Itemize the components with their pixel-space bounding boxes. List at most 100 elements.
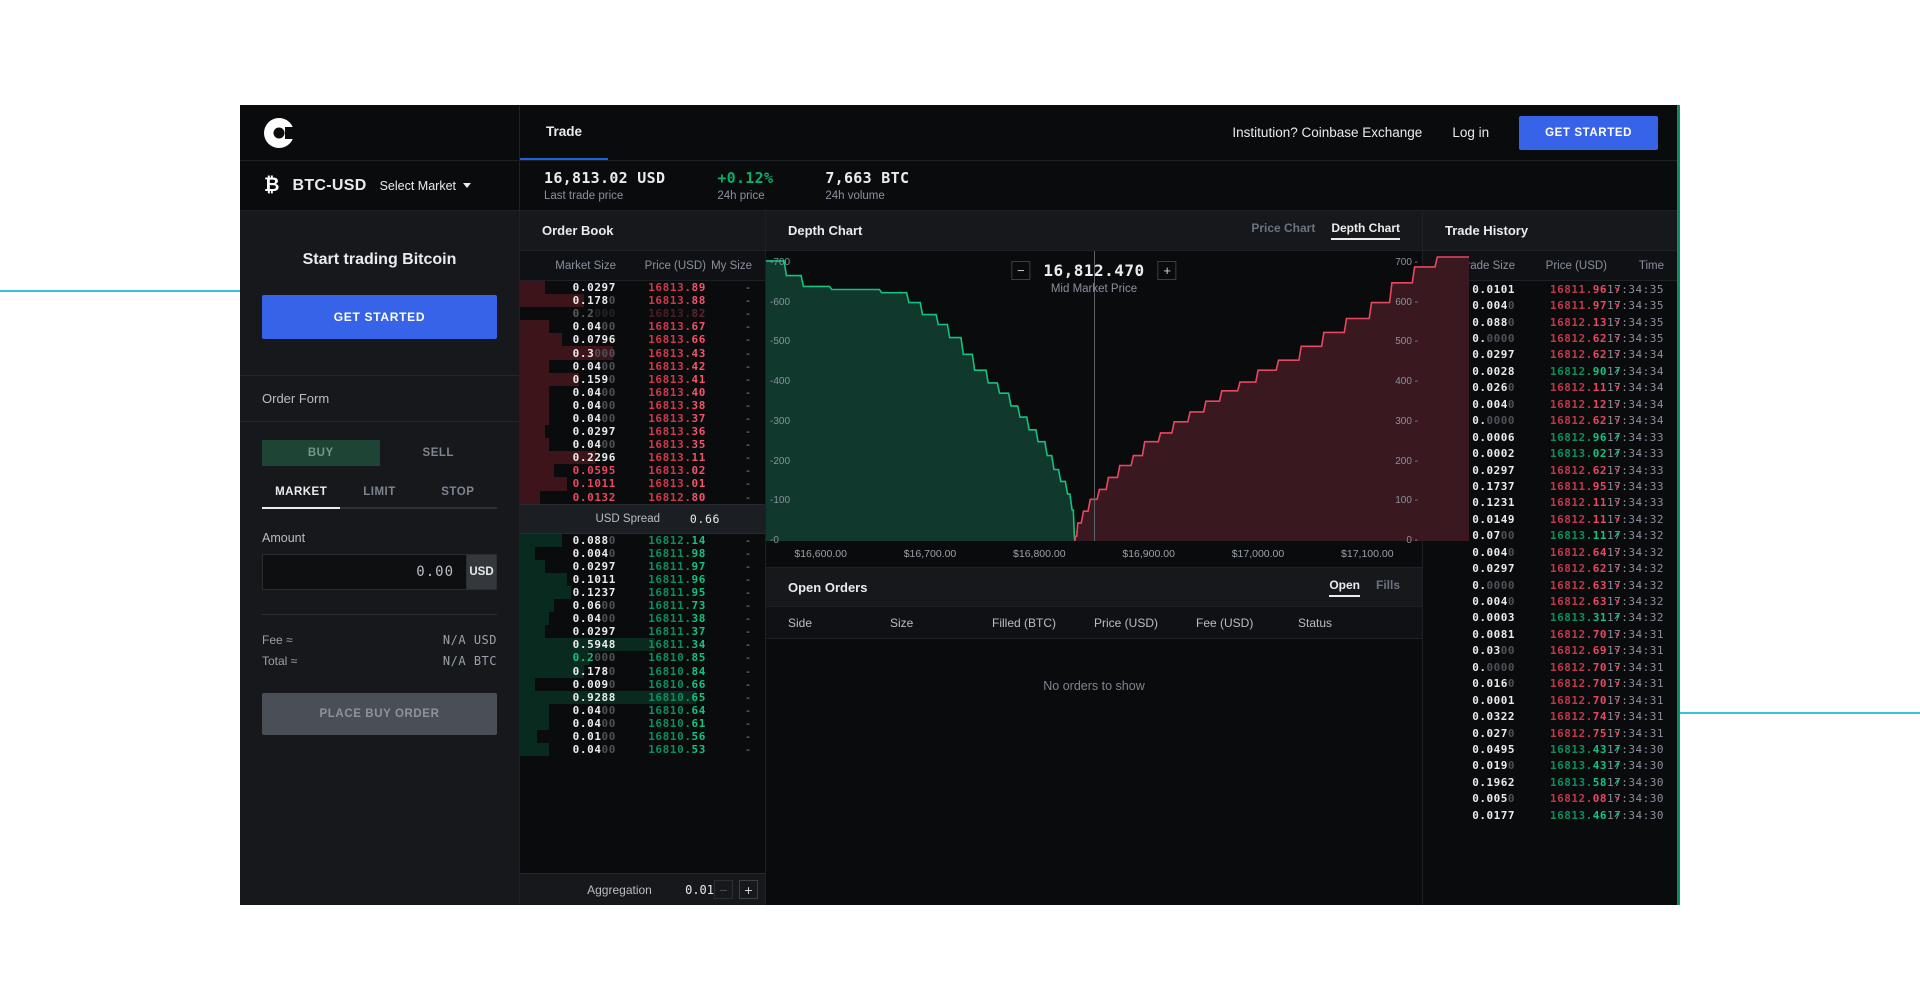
tab-price-chart[interactable]: Price Chart xyxy=(1251,221,1315,240)
trade-history-row[interactable]: 0.0003 16813.31 ↗ 17:34:32 xyxy=(1423,610,1680,626)
order-book-row[interactable]: 0.0600 16811.73 - xyxy=(520,599,765,613)
institution-link[interactable]: Institution? Coinbase Exchange xyxy=(1232,125,1422,140)
amount-input[interactable] xyxy=(262,554,466,590)
amount-unit-selector[interactable]: USD xyxy=(466,554,497,590)
order-type-stop[interactable]: STOP xyxy=(419,486,497,507)
get-started-sidebar-button[interactable]: GET STARTED xyxy=(262,295,497,339)
order-book-row[interactable]: 0.1780 16810.84 - xyxy=(520,664,765,678)
trade-history-row[interactable]: 0.0177 16813.46 ↗ 17:34:30 xyxy=(1423,807,1680,823)
order-type-limit[interactable]: LIMIT xyxy=(340,486,418,507)
place-buy-order-button[interactable]: PLACE BUY ORDER xyxy=(262,693,497,735)
order-book-row[interactable]: 0.1011 16811.96 - xyxy=(520,572,765,586)
get-started-header-button[interactable]: GET STARTED xyxy=(1519,115,1658,150)
order-book-row[interactable]: 0.0090 16810.66 - xyxy=(520,677,765,691)
order-book-row[interactable]: 0.9288 16810.65 - xyxy=(520,690,765,704)
trade-history-row[interactable]: 0.0300 16812.69 ↘ 17:34:31 xyxy=(1423,643,1680,659)
order-book-row[interactable]: 0.0400 16811.38 - xyxy=(520,612,765,626)
order-book-row[interactable]: 0.0400 16813.67 - xyxy=(520,320,765,334)
order-book-row[interactable]: 0.0400 16810.64 - xyxy=(520,703,765,717)
trade-history-row[interactable]: 0.0149 16812.11 ↘ 17:34:32 xyxy=(1423,511,1680,527)
trade-history-row[interactable]: 0.1962 16813.58 ↗ 17:34:30 xyxy=(1423,774,1680,790)
trade-history-row[interactable]: 0.0040 16812.12 ↘ 17:34:34 xyxy=(1423,396,1680,412)
sell-tab[interactable]: SELL xyxy=(380,440,498,466)
trade-history-row[interactable]: 0.0028 16812.90 ↗ 17:34:34 xyxy=(1423,363,1680,379)
trade-history-row[interactable]: 0.1231 16812.11 ↘ 17:34:33 xyxy=(1423,495,1680,511)
order-book-row[interactable]: 0.3000 16813.43 - xyxy=(520,346,765,360)
trade-history-row[interactable]: 0.0101 16811.96 ↘ 17:34:35 xyxy=(1423,281,1680,297)
trade-history-row[interactable]: 0.0700 16813.11 ↗ 17:34:32 xyxy=(1423,528,1680,544)
order-book-row[interactable]: 0.0297 16811.97 - xyxy=(520,559,765,573)
buy-tab[interactable]: BUY xyxy=(262,440,380,466)
tab-fills[interactable]: Fills xyxy=(1376,578,1400,597)
tab-depth-chart[interactable]: Depth Chart xyxy=(1331,221,1401,240)
tab-open[interactable]: Open xyxy=(1329,578,1360,597)
trade-history-row[interactable]: 0.0040 16812.64 ↘ 17:34:32 xyxy=(1423,544,1680,560)
trade-history-row[interactable]: 0.0297 16812.62 ↘ 17:34:34 xyxy=(1423,347,1680,363)
trade-history-row[interactable]: 0.1737 16811.95 ↘ 17:34:33 xyxy=(1423,478,1680,494)
login-link[interactable]: Log in xyxy=(1452,125,1489,140)
trade-history-row[interactable]: 0.0000 16812.70 ↘ 17:34:31 xyxy=(1423,659,1680,675)
trade-history-row[interactable]: 0.0000 16812.62 ↘ 17:34:35 xyxy=(1423,330,1680,346)
trade-size: 0.0101 xyxy=(1472,282,1516,296)
trade-history-row[interactable]: 0.0495 16813.43 ↗ 17:34:30 xyxy=(1423,741,1680,757)
trade-history-list[interactable]: 0.0101 16811.96 ↘ 17:34:35 0.0040 16811.97 ↘ 17… xyxy=(1423,281,1680,905)
order-book-row[interactable]: 0.0040 16811.98 - xyxy=(520,546,765,560)
trade-history-row[interactable]: 0.0270 16812.75 ↘ 17:34:31 xyxy=(1423,725,1680,741)
order-book-row[interactable]: 0.0100 16810.56 - xyxy=(520,730,765,744)
plus-icon[interactable]: + xyxy=(739,880,758,899)
order-type-market[interactable]: MARKET xyxy=(262,486,340,507)
order-book-row[interactable]: 0.0297 16811.37 - xyxy=(520,625,765,639)
order-book-row[interactable]: 0.0400 16813.38 - xyxy=(520,398,765,412)
order-book-row[interactable]: 0.1590 16813.41 - xyxy=(520,372,765,386)
order-book-row[interactable]: 0.0400 16810.61 - xyxy=(520,716,765,730)
select-market-dropdown[interactable]: Select Market xyxy=(380,179,471,193)
order-book-row[interactable]: 0.1011 16813.01 - xyxy=(520,477,765,491)
trade-history-row[interactable]: 0.0002 16813.02 ↗ 17:34:33 xyxy=(1423,445,1680,461)
trade-history-row[interactable]: 0.0006 16812.96 ↗ 17:34:33 xyxy=(1423,429,1680,445)
order-type-tabs: MARKET LIMIT STOP xyxy=(262,486,497,507)
tab-trade[interactable]: Trade xyxy=(520,105,609,160)
trade-history-row[interactable]: 0.0297 16812.62 ↘ 17:34:32 xyxy=(1423,560,1680,576)
row-my-size: - xyxy=(744,743,752,757)
trade-history-row[interactable]: 0.0297 16812.62 ↘ 17:34:33 xyxy=(1423,462,1680,478)
order-book-bids[interactable]: 0.0880 16812.14 - 0.0040 16811.98 - 0.0297 1681… xyxy=(520,533,765,757)
minus-icon[interactable]: − xyxy=(1011,261,1031,280)
trade-history-row[interactable]: 0.0880 16812.13 ↘ 17:34:35 xyxy=(1423,314,1680,330)
trade-history-row[interactable]: 0.0050 16812.08 ↘ 17:34:30 xyxy=(1423,791,1680,807)
order-book-row[interactable]: 0.0880 16812.14 - xyxy=(520,533,765,547)
order-book-row[interactable]: 0.1780 16813.88 - xyxy=(520,294,765,308)
trade-history-row[interactable]: 0.0000 16812.63 ↘ 17:34:32 xyxy=(1423,577,1680,593)
order-book-asks[interactable]: 0.0297 16813.89 - 0.1780 16813.88 - 0.2000 1681… xyxy=(520,281,765,504)
order-book-row[interactable]: 0.0297 16813.36 - xyxy=(520,425,765,439)
order-book-row[interactable]: 0.0400 16813.37 - xyxy=(520,411,765,426)
order-book-row[interactable]: 0.0132 16812.80 - xyxy=(520,490,765,504)
order-book-row[interactable]: 0.2000 16813.82 - xyxy=(520,307,765,320)
order-book-row[interactable]: 0.0400 16813.40 - xyxy=(520,385,765,399)
order-book-row[interactable]: 0.0400 16813.42 - xyxy=(520,359,765,373)
trade-history-row[interactable]: 0.0040 16811.97 ↘ 17:34:35 xyxy=(1423,297,1680,313)
coinbase-logo-icon[interactable] xyxy=(264,117,295,148)
trade-history-row[interactable]: 0.0160 16812.70 ↘ 17:34:31 xyxy=(1423,676,1680,692)
order-book-row[interactable]: 0.0796 16813.66 - xyxy=(520,333,765,347)
col-side: Side xyxy=(788,615,813,630)
trade-history-row[interactable]: 0.0081 16812.70 ↘ 17:34:31 xyxy=(1423,626,1680,642)
trade-history-row[interactable]: 0.0260 16812.11 ↘ 17:34:34 xyxy=(1423,380,1680,396)
minus-icon[interactable]: − xyxy=(714,880,733,899)
order-book-row[interactable]: 0.0400 16810.53 - xyxy=(520,743,765,757)
spread-row: USD Spread 0.66 xyxy=(520,503,765,534)
trade-history-row[interactable]: 0.0000 16812.62 ↘ 17:34:34 xyxy=(1423,413,1680,429)
order-book-row[interactable]: 0.2000 16810.85 - xyxy=(520,651,765,665)
order-book-row[interactable]: 0.0297 16813.89 - xyxy=(520,281,765,295)
plus-icon[interactable]: + xyxy=(1157,261,1177,280)
order-book-row[interactable]: 0.0595 16813.02 - xyxy=(520,464,765,478)
order-book-row[interactable]: 0.1237 16811.95 - xyxy=(520,585,765,600)
trade-history-row[interactable]: 0.0190 16813.43 ↗ 17:34:30 xyxy=(1423,758,1680,774)
order-book-row[interactable]: 0.5948 16811.34 - xyxy=(520,638,765,652)
stat-value: +0.12% xyxy=(717,169,774,187)
depth-chart[interactable]: -0 -100 -200 -300 -400 -500 -600 -700 0 - 100 - 2… xyxy=(766,251,1469,546)
trade-history-row[interactable]: 0.0001 16812.70 ↘ 17:34:31 xyxy=(1423,692,1680,708)
trade-history-row[interactable]: 0.0322 16812.74 ↘ 17:34:31 xyxy=(1423,708,1680,724)
order-book-row[interactable]: 0.2296 16813.11 - xyxy=(520,451,765,465)
order-book-row[interactable]: 0.0400 16813.35 - xyxy=(520,438,765,452)
trade-history-row[interactable]: 0.0040 16812.63 ↘ 17:34:32 xyxy=(1423,593,1680,609)
